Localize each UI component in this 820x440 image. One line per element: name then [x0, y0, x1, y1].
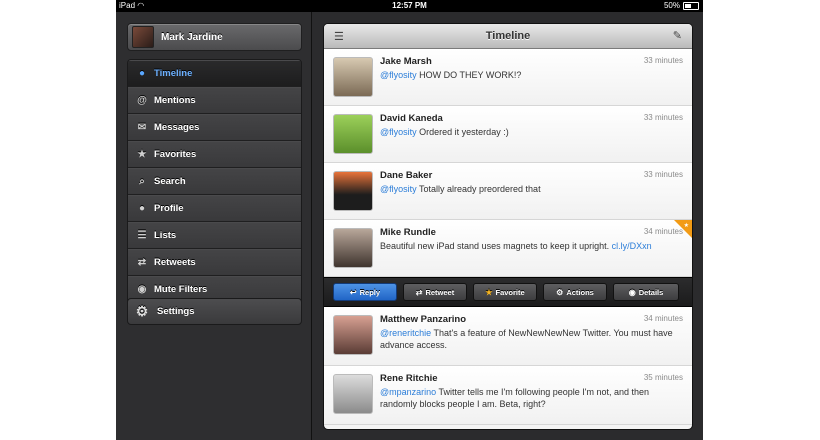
sidebar-item-favorites[interactable]: ★ Favorites [128, 141, 301, 168]
tweet-text: @mpanzarino Twitter tells me I'm followi… [380, 387, 650, 409]
sidebar: Mark Jardine ● Timeline @ Mentions ✉ Mes… [116, 12, 311, 440]
status-bar: iPad ◠ 12:57 PM 50% [116, 0, 703, 12]
star-icon: ★ [485, 287, 493, 297]
tweet-text: @flyosity HOW DO THEY WORK!? [380, 70, 522, 80]
sidebar-item-messages[interactable]: ✉ Messages [128, 114, 301, 141]
star-icon: ★ [683, 223, 689, 229]
tweet-author: Jake Marsh [380, 56, 432, 67]
sidebar-item-label: Profile [154, 203, 184, 214]
tweet-time: 34 minutes [643, 314, 683, 323]
star-icon: ★ [137, 149, 147, 160]
tweet-text: Beautiful new iPad stand uses magnets to… [380, 241, 652, 251]
tweet-list: Jake Marsh 33 minutes @flyosity HOW DO T… [324, 49, 692, 425]
compose-icon[interactable]: ✎ [673, 29, 682, 42]
battery-indicator: 50% [664, 0, 699, 12]
sidebar-item-lists[interactable]: ☰ Lists [128, 222, 301, 249]
tweet-text: @flyosity Totally already preordered tha… [380, 184, 541, 194]
tweet-time: 33 minutes [643, 170, 683, 179]
avatar[interactable] [333, 374, 373, 414]
sidebar-item-label: Favorites [154, 149, 197, 160]
details-button[interactable]: ◉ Details [613, 283, 679, 301]
sidebar-menu: ● Timeline @ Mentions ✉ Messages ★ Favor… [127, 59, 302, 304]
status-time: 12:57 PM [392, 1, 427, 10]
retweet-button[interactable]: ⇄ Retweet [403, 283, 467, 301]
sidebar-item-mentions[interactable]: @ Mentions [128, 87, 301, 114]
avatar[interactable] [333, 114, 373, 154]
list-icon: ☰ [137, 230, 147, 241]
tweet-mention[interactable]: @flyosity [380, 184, 417, 194]
actions-button[interactable]: ⚙ Actions [543, 283, 607, 301]
tweet-row[interactable]: Matthew Panzarino 34 minutes @reneritchi… [324, 307, 692, 366]
tweet-text: @reneritchie That's a feature of NewNewN… [380, 328, 673, 350]
sidebar-item-label: Mentions [154, 95, 196, 106]
avatar[interactable] [333, 171, 373, 211]
gear-icon: ⚙ [135, 303, 149, 319]
page-title: Timeline [485, 30, 531, 42]
envelope-icon: ✉ [137, 122, 147, 133]
tweet-row-selected[interactable]: Mike Rundle 34 minutes Beautiful new iPa… [324, 220, 692, 277]
tweet-row[interactable]: Jake Marsh 33 minutes @flyosity HOW DO T… [324, 49, 692, 106]
tweet-row[interactable]: David Kaneda 33 minutes @flyosity Ordere… [324, 106, 692, 163]
battery-percent: 50% [663, 1, 680, 10]
sidebar-item-search[interactable]: ⌕ Search [128, 168, 301, 195]
avatar [132, 26, 154, 48]
tweet-mention[interactable]: @flyosity [380, 70, 417, 80]
avatar[interactable] [333, 57, 373, 97]
retweet-icon: ⇄ [137, 257, 147, 268]
sidebar-item-timeline[interactable]: ● Timeline [128, 60, 301, 87]
tweet-text: @flyosity Ordered it yesterday :) [380, 127, 509, 137]
tweet-row[interactable]: Dane Baker 33 minutes @flyosity Totally … [324, 163, 692, 220]
reply-button[interactable]: ↩ Reply [333, 283, 397, 301]
reply-arrow-icon: ↩ [349, 287, 357, 297]
sidebar-item-label: Timeline [154, 68, 193, 79]
sidebar-item-label: Search [154, 176, 186, 187]
magnifier-icon: ⌕ [139, 176, 145, 187]
tweet-author: Matthew Panzarino [380, 314, 467, 325]
tweet-row[interactable]: Rene Ritchie 35 minutes @mpanzarino Twit… [324, 366, 692, 425]
account-button[interactable]: Mark Jardine [127, 23, 302, 51]
sidebar-item-label: Mute Filters [154, 284, 208, 295]
eye-icon: ◉ [628, 287, 636, 297]
mute-icon: ◉ [137, 284, 147, 295]
sidebar-item-retweets[interactable]: ⇄ Retweets [128, 249, 301, 276]
tweet-action-bar: ↩ Reply ⇄ Retweet ★ Favorite ⚙ Actions ◉ [324, 277, 692, 307]
tweet-time: 35 minutes [643, 373, 683, 382]
favorite-button[interactable]: ★ Favorite [473, 283, 537, 301]
tweet-time: 33 minutes [643, 113, 683, 122]
settings-label: Settings [157, 306, 195, 317]
ipad-screen: iPad ◠ 12:57 PM 50% Mark Jardine ● Timel… [116, 0, 703, 440]
speech-bubble-icon: ● [138, 68, 146, 79]
battery-icon [683, 2, 699, 10]
timeline-panel: ☰ Timeline ✎ Jake Marsh 33 minutes @flyo… [323, 23, 693, 430]
avatar[interactable] [333, 228, 373, 268]
tweet-mention[interactable]: @flyosity [380, 127, 417, 137]
account-name: Mark Jardine [161, 31, 223, 43]
retweet-icon: ⇄ [415, 287, 423, 297]
tweet-mention[interactable]: @mpanzarino [380, 387, 436, 397]
sidebar-item-label: Retweets [154, 257, 196, 268]
tweet-author: Mike Rundle [380, 227, 436, 238]
settings-button[interactable]: ⚙ Settings [127, 298, 302, 325]
tweet-author: Dane Baker [380, 170, 433, 181]
person-icon: ● [138, 203, 146, 214]
tweet-author: David Kaneda [380, 113, 443, 124]
gear-icon: ⚙ [556, 287, 564, 297]
sidebar-item-label: Messages [154, 122, 200, 133]
tweet-mention[interactable]: @reneritchie [380, 328, 431, 338]
pane-divider [311, 12, 312, 440]
at-sign-icon: @ [137, 95, 147, 106]
tweet-link[interactable]: cl.ly/DXxn [612, 241, 652, 251]
timeline-header: ☰ Timeline ✎ [324, 24, 692, 49]
sidebar-item-profile[interactable]: ● Profile [128, 195, 301, 222]
tweet-author: Rene Ritchie [380, 373, 438, 384]
sidebar-item-label: Lists [154, 230, 177, 241]
tweet-time: 33 minutes [643, 56, 683, 65]
avatar[interactable] [333, 315, 373, 355]
